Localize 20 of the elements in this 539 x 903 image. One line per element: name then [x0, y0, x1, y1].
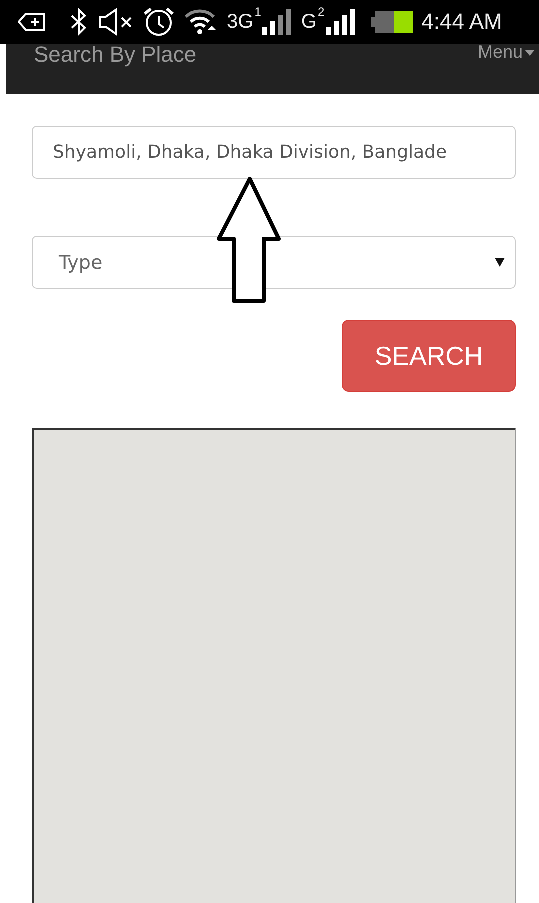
caret-icon [525, 50, 535, 56]
battery-icon [370, 11, 413, 33]
signal-icon [326, 9, 356, 35]
dropdown-caret-icon [495, 258, 505, 267]
menu-button[interactable]: Menu [474, 42, 539, 63]
sim-number: 2 [318, 6, 325, 18]
network-label: 3G [227, 12, 254, 32]
alarm-icon [143, 7, 175, 37]
place-field[interactable]: Shyamoli, Dhaka, Dhaka Division, Banglade [32, 126, 516, 179]
select-placeholder: Type [59, 252, 103, 274]
clock-time: 4:44 AM [422, 11, 502, 33]
wifi-icon [184, 8, 218, 36]
network-label: G [301, 12, 317, 32]
search-button[interactable]: SEARCH [342, 320, 516, 392]
page-title: Search By Place [34, 42, 197, 68]
sim-number: 1 [254, 6, 262, 18]
mute-icon [98, 8, 134, 36]
signal-icon [262, 9, 292, 35]
bluetooth-icon [69, 8, 89, 36]
backspace-icon [18, 13, 46, 31]
